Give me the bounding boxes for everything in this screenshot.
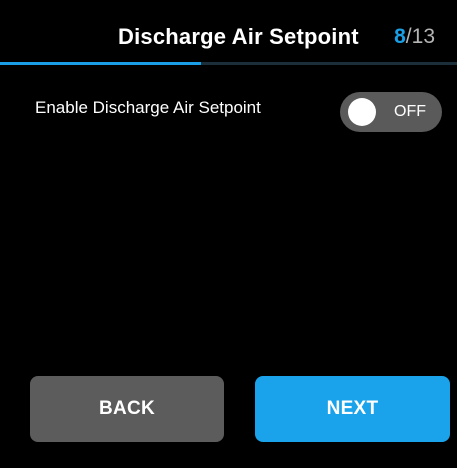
next-button-label: NEXT (326, 398, 379, 419)
header: Discharge Air Setpoint 8/13 (0, 0, 457, 65)
step-total: 13 (411, 25, 435, 48)
enable-toggle[interactable]: OFF (340, 92, 442, 132)
toggle-state-label: OFF (394, 103, 426, 120)
page-title: Discharge Air Setpoint (118, 24, 359, 49)
back-button-label: BACK (98, 398, 156, 419)
setting-label: Enable Discharge Air Setpoint (35, 98, 261, 117)
step-counter: 8/13 (394, 25, 435, 49)
toggle-knob (348, 98, 376, 126)
next-button[interactable]: NEXT (255, 376, 450, 442)
back-button[interactable]: BACK (30, 376, 224, 442)
setup-wizard-screen: Discharge Air Setpoint 8/13 Enable Disch… (0, 0, 457, 468)
setting-row-enable-discharge-air-setpoint: Enable Discharge Air Setpoint OFF (0, 88, 457, 140)
progress-bar-fill (0, 62, 202, 65)
step-current: 8 (394, 25, 406, 48)
progress-bar (0, 62, 457, 65)
